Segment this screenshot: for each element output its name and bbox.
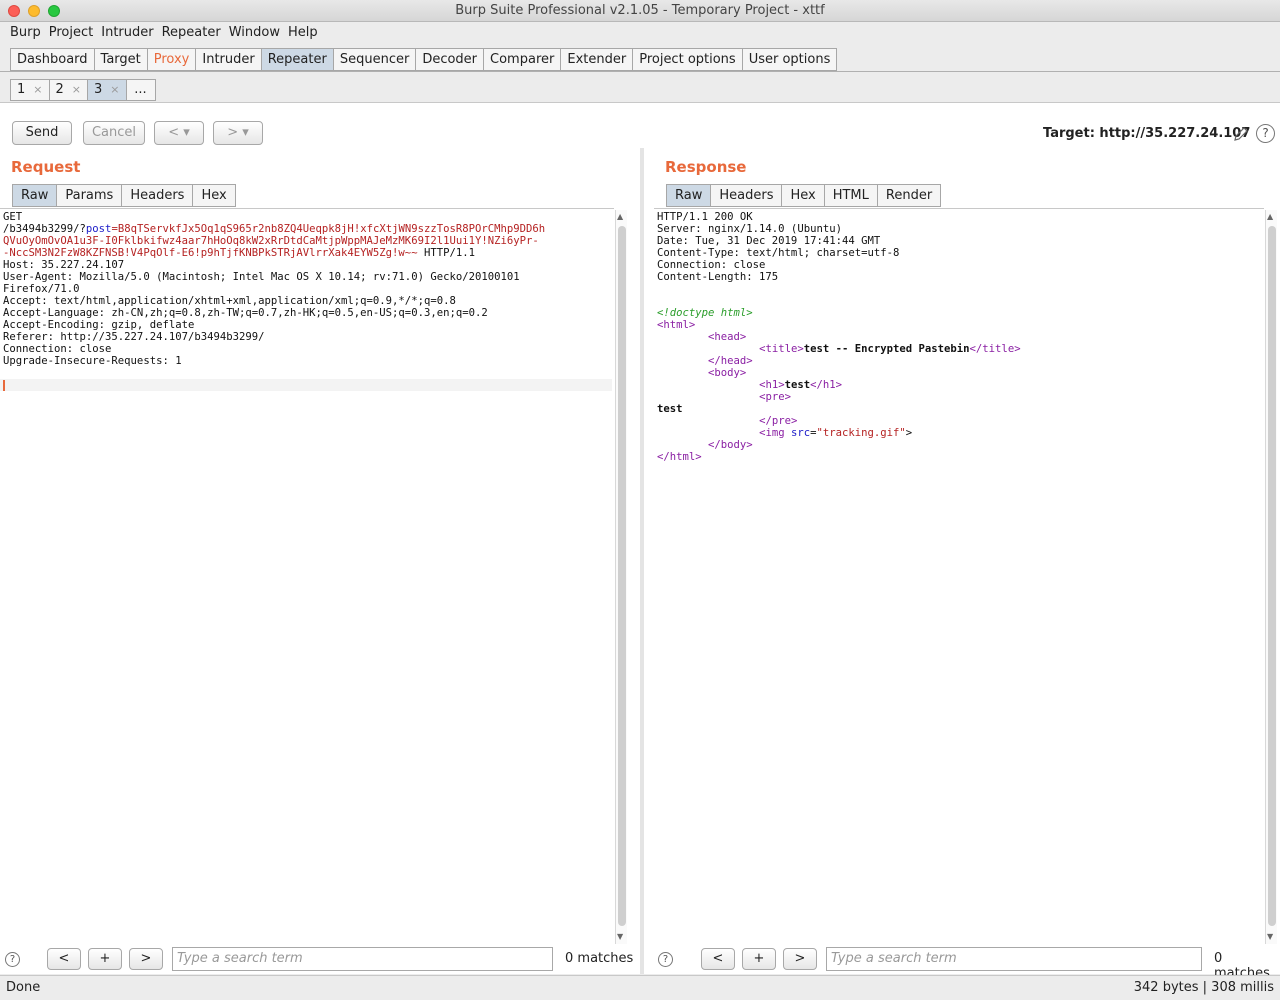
zoom-window-button[interactable] xyxy=(48,5,60,17)
response-size-timing: 342 bytes | 308 millis xyxy=(1133,980,1274,995)
repeater-tab-3[interactable]: 3 × xyxy=(87,79,126,101)
request-search-prev-button[interactable]: < xyxy=(47,948,81,970)
response-tab-raw[interactable]: Raw xyxy=(666,184,711,207)
tab-extender[interactable]: Extender xyxy=(560,48,633,71)
response-help-icon[interactable]: ? xyxy=(658,952,673,967)
request-search-add-button[interactable]: + xyxy=(88,948,122,970)
response-search-next-button[interactable]: > xyxy=(783,948,817,970)
response-search-add-button[interactable]: + xyxy=(742,948,776,970)
response-tab-render[interactable]: Render xyxy=(876,184,942,207)
back-button[interactable]: < ▾ xyxy=(154,121,204,145)
main-tab-bar: Dashboard Target Proxy Intruder Repeater… xyxy=(10,48,838,71)
request-title: Request xyxy=(11,158,81,176)
tab-user-options[interactable]: User options xyxy=(741,48,838,71)
tab-target[interactable]: Target xyxy=(93,48,147,71)
request-raw-text[interactable]: GET /b3494b3299/?post=B8qTServkfJx5Oq1qS… xyxy=(0,209,614,369)
response-raw-text[interactable]: HTTP/1.1 200 OK Server: nginx/1.14.0 (Ub… xyxy=(654,209,1264,465)
response-scrollbar[interactable]: ▲ ▼ xyxy=(1265,210,1277,944)
menu-bar: Burp Project Intruder Repeater Window He… xyxy=(0,22,1280,46)
text-caret xyxy=(3,380,5,391)
response-tab-headers[interactable]: Headers xyxy=(710,184,782,207)
close-window-button[interactable] xyxy=(8,5,20,17)
response-tab-bar: Raw Headers Hex HTML Render xyxy=(666,184,942,207)
tab-intruder[interactable]: Intruder xyxy=(195,48,261,71)
tab-comparer[interactable]: Comparer xyxy=(483,48,561,71)
repeater-tab-2[interactable]: 2 × xyxy=(48,79,87,101)
tab-divider xyxy=(0,71,1280,72)
tab-dashboard[interactable]: Dashboard xyxy=(10,48,94,71)
tab-decoder[interactable]: Decoder xyxy=(415,48,484,71)
repeater-tab-label: 2 xyxy=(55,82,64,97)
menu-intruder[interactable]: Intruder xyxy=(97,22,157,46)
minimize-window-button[interactable] xyxy=(28,5,40,17)
menu-help[interactable]: Help xyxy=(284,22,322,46)
request-tab-headers[interactable]: Headers xyxy=(121,184,193,207)
request-help-icon[interactable]: ? xyxy=(5,952,20,967)
request-search-next-button[interactable]: > xyxy=(129,948,163,970)
close-icon[interactable]: × xyxy=(33,80,42,100)
target-label: Target: http://35.227.24.107 xyxy=(1043,126,1251,141)
forward-button[interactable]: > ▾ xyxy=(213,121,263,145)
request-scrollbar[interactable]: ▲ ▼ xyxy=(615,210,627,944)
request-match-count: 0 matches xyxy=(565,951,634,966)
menu-project[interactable]: Project xyxy=(45,22,97,46)
menu-repeater[interactable]: Repeater xyxy=(158,22,225,46)
split-pane-divider[interactable] xyxy=(640,148,644,974)
tab-project-options[interactable]: Project options xyxy=(632,48,742,71)
repeater-tab-label: 3 xyxy=(94,82,103,97)
current-line-highlight xyxy=(0,379,612,391)
repeater-tab-bar: 1 × 2 × 3 × ... xyxy=(10,79,156,101)
response-tab-hex[interactable]: Hex xyxy=(781,184,824,207)
close-icon[interactable]: × xyxy=(72,80,81,100)
status-bar: Done 342 bytes | 308 millis xyxy=(0,975,1280,1000)
tab-proxy[interactable]: Proxy xyxy=(146,48,196,71)
repeater-tab-label: 1 xyxy=(17,82,26,97)
request-editor[interactable]: GET /b3494b3299/?post=B8qTServkfJx5Oq1qS… xyxy=(0,208,614,944)
request-tab-hex[interactable]: Hex xyxy=(192,184,236,207)
window-title: Burp Suite Professional v2.1.05 - Tempor… xyxy=(455,3,825,18)
repeater-tab-1[interactable]: 1 × xyxy=(10,79,49,101)
response-search-input[interactable]: Type a search term xyxy=(826,947,1202,971)
request-tab-bar: Raw Params Headers Hex xyxy=(12,184,236,207)
window-titlebar: Burp Suite Professional v2.1.05 - Tempor… xyxy=(0,0,1280,22)
status-text: Done xyxy=(6,980,41,995)
cancel-button[interactable]: Cancel xyxy=(83,121,145,145)
response-title: Response xyxy=(665,158,747,176)
repeater-tab-new[interactable]: ... xyxy=(125,79,156,101)
tab-repeater[interactable]: Repeater xyxy=(260,48,333,71)
close-icon[interactable]: × xyxy=(110,80,119,100)
response-editor[interactable]: HTTP/1.1 200 OK Server: nginx/1.14.0 (Ub… xyxy=(654,208,1264,944)
request-search-input[interactable]: Type a search term xyxy=(172,947,553,971)
tab-sequencer[interactable]: Sequencer xyxy=(332,48,416,71)
menu-window[interactable]: Window xyxy=(225,22,284,46)
request-tab-raw[interactable]: Raw xyxy=(12,184,57,207)
help-icon[interactable]: ? xyxy=(1256,124,1275,143)
request-tab-params[interactable]: Params xyxy=(56,184,122,207)
send-button[interactable]: Send xyxy=(12,121,72,145)
menu-burp[interactable]: Burp xyxy=(6,22,45,46)
edit-pencil-icon[interactable] xyxy=(1232,125,1250,143)
response-search-prev-button[interactable]: < xyxy=(701,948,735,970)
response-tab-html[interactable]: HTML xyxy=(823,184,877,207)
